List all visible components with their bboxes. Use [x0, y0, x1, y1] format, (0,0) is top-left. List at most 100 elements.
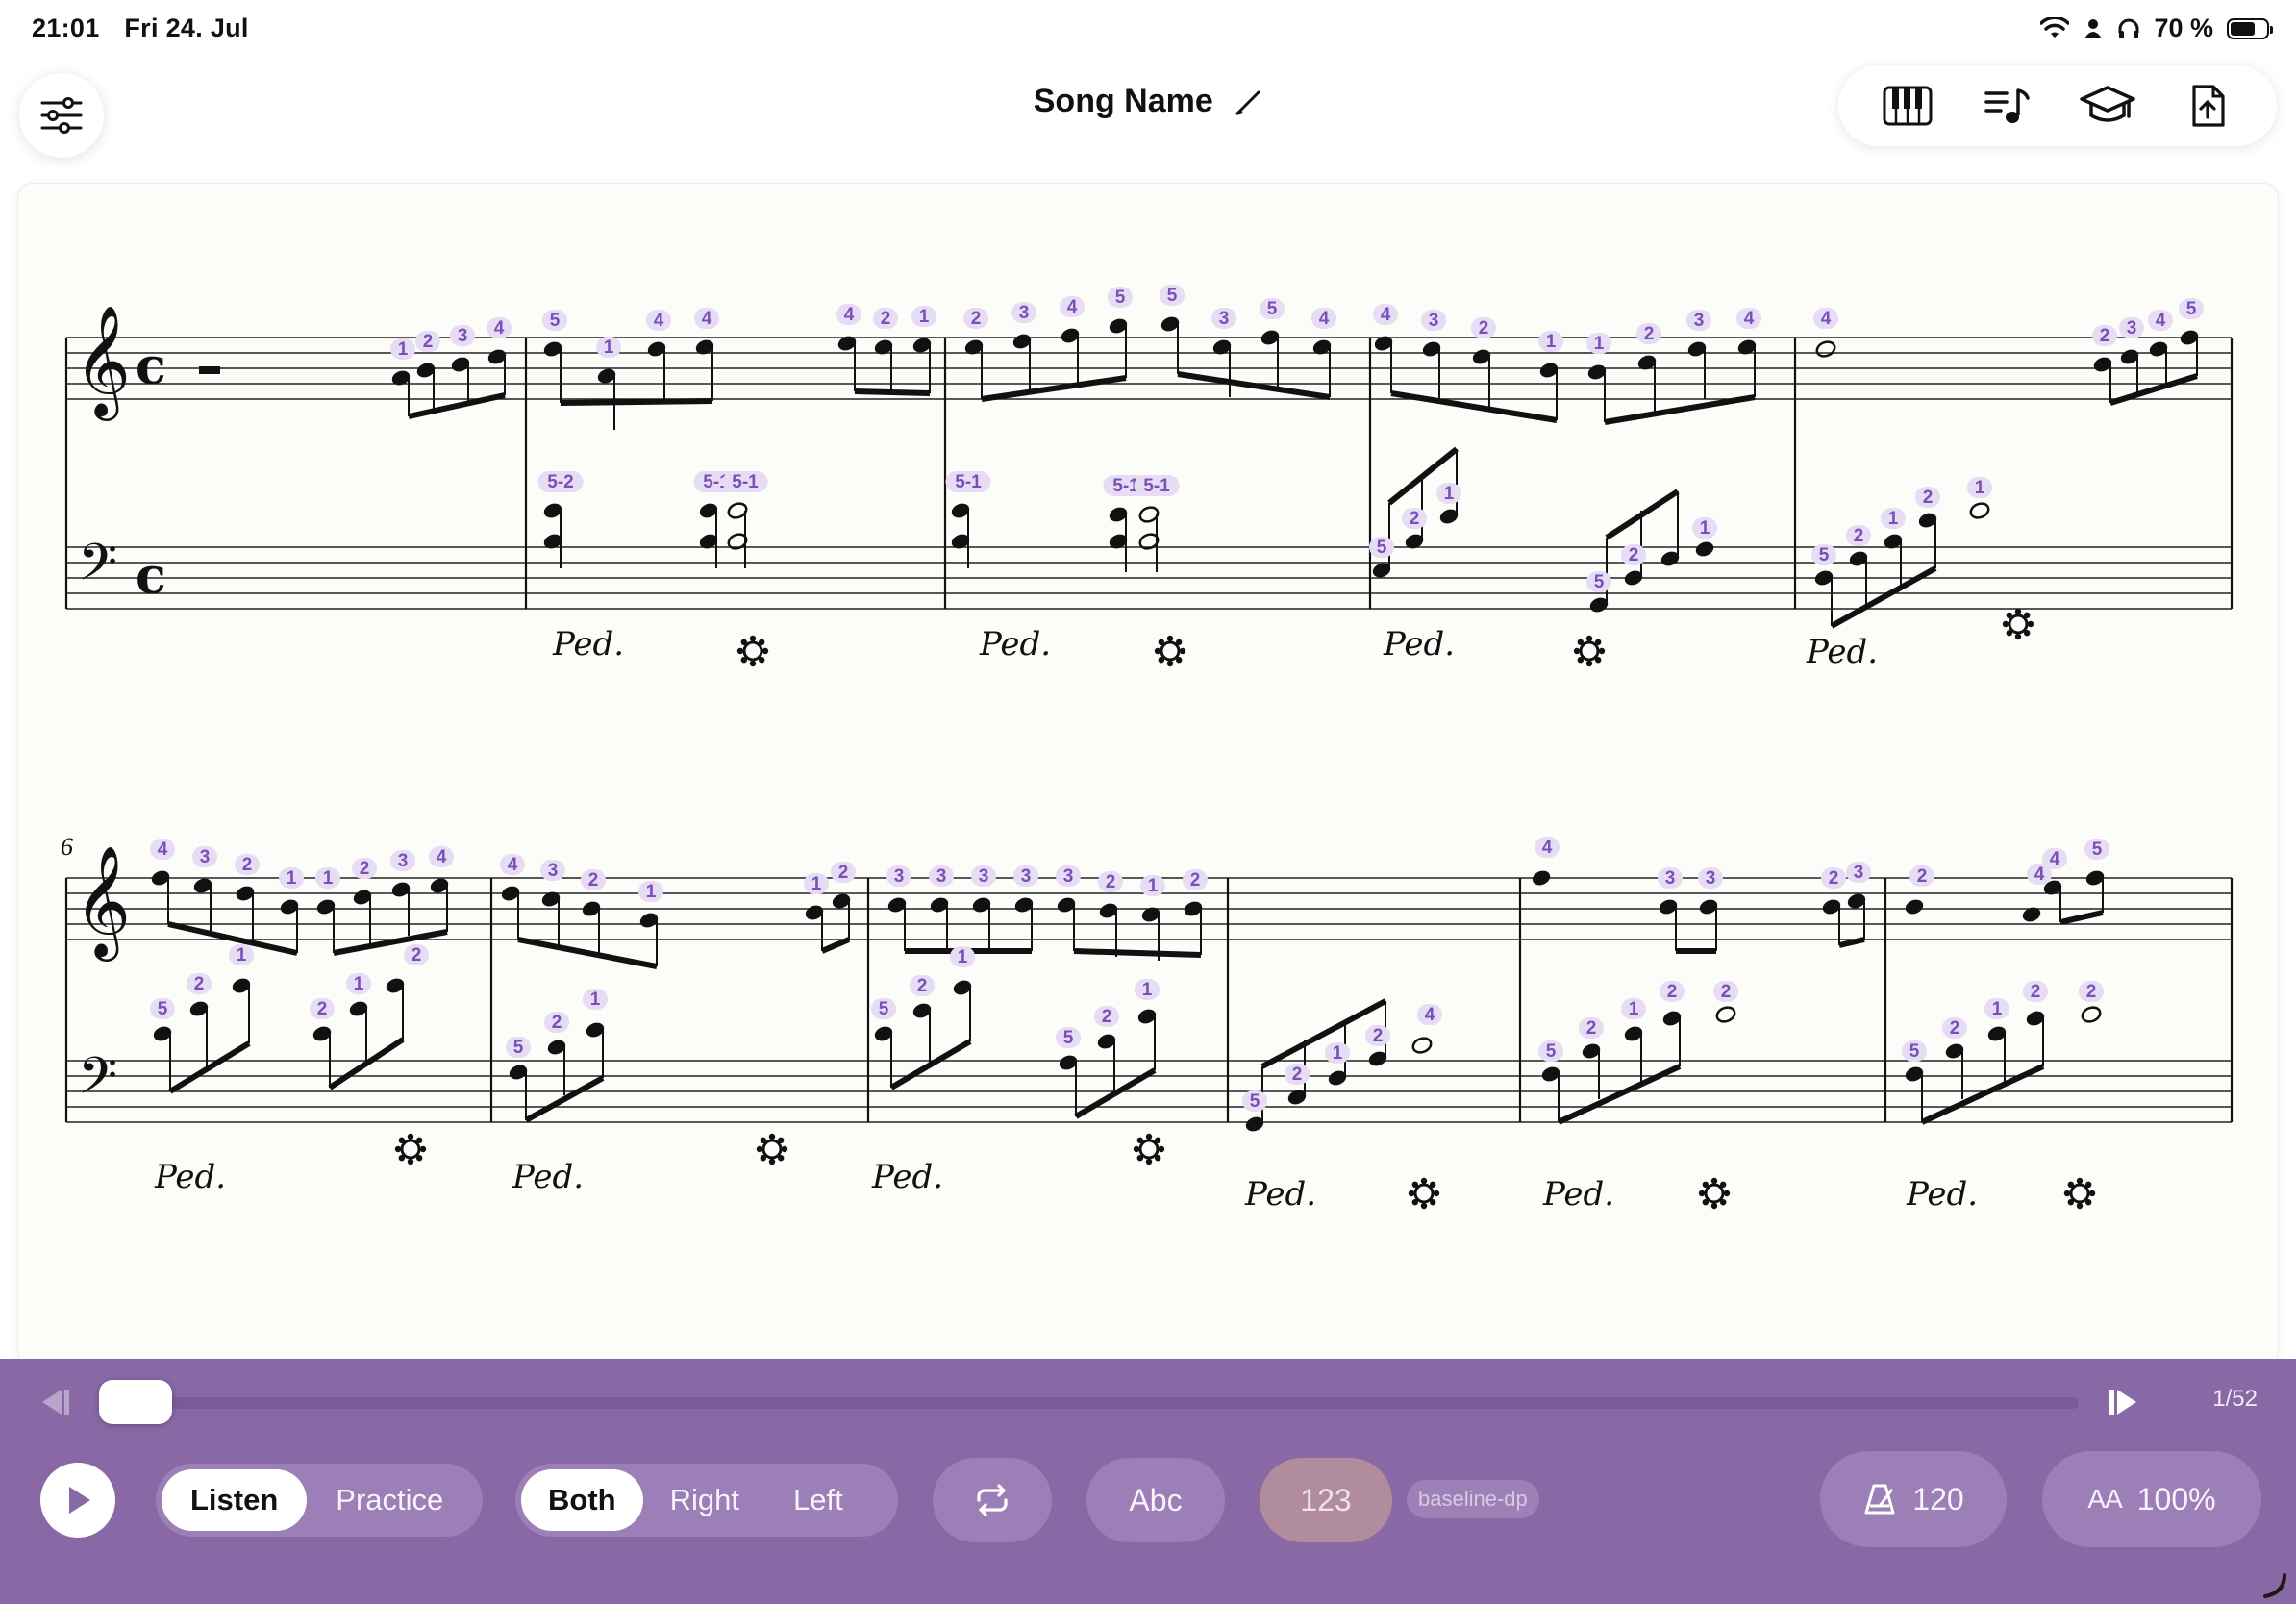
svg-text:Ped.: Ped. [154, 1158, 226, 1196]
mode-listen[interactable]: Listen [162, 1469, 308, 1531]
person-icon [2084, 18, 2103, 38]
svg-text:2: 2 [412, 945, 422, 965]
export-button[interactable] [2177, 75, 2238, 137]
svg-text:1: 1 [1148, 876, 1159, 896]
svg-text:1: 1 [1888, 509, 1899, 529]
tempo-button[interactable]: 120 [1820, 1451, 2007, 1547]
learn-button[interactable] [2077, 75, 2138, 137]
zoom-button[interactable]: AA 100% [2042, 1451, 2261, 1547]
svg-text:5: 5 [1063, 1028, 1074, 1048]
sheet-music[interactable]: 𝄞 𝄢 c c 𝄞 𝄢 Ped. Ped. Ped. Ped. Ped. Ped. Ped. Ped. P… [17, 183, 2279, 1367]
treble-clef-icon: 𝄞 [74, 844, 131, 962]
notes-list-icon [1984, 88, 2030, 123]
bass-clef-icon: 𝄢 [78, 1047, 117, 1118]
svg-text:5: 5 [1594, 572, 1605, 592]
metronome-icon [1864, 1484, 1895, 1515]
svg-text:3: 3 [1019, 303, 1030, 323]
svg-text:1: 1 [398, 339, 409, 360]
svg-text:1: 1 [811, 874, 822, 894]
svg-text:1: 1 [1992, 999, 2003, 1019]
svg-text:1: 1 [1629, 999, 1639, 1019]
svg-text:2: 2 [881, 309, 891, 329]
svg-text:5-2: 5-2 [547, 472, 573, 492]
svg-text:1: 1 [1594, 334, 1605, 354]
note-names-button[interactable]: Abc [1086, 1458, 1225, 1542]
svg-text:Ped.: Ped. [552, 625, 624, 664]
svg-text:4: 4 [1425, 1005, 1435, 1025]
measure-number: 6 [61, 833, 73, 861]
svg-text:2: 2 [360, 859, 370, 879]
piano-button[interactable] [1877, 75, 1938, 137]
graduation-cap-icon [2080, 86, 2135, 122]
mode-practice[interactable]: Practice [307, 1469, 472, 1531]
svg-text:Ped.: Ped. [1806, 633, 1878, 671]
skip-forward-icon[interactable] [2108, 1386, 2146, 1418]
svg-text:2: 2 [1292, 1065, 1303, 1085]
piano-keyboard-icon [1883, 86, 1933, 126]
svg-text:2: 2 [2100, 326, 2110, 346]
svg-text:4: 4 [2034, 865, 2045, 885]
svg-text:1: 1 [1142, 980, 1153, 1000]
hand-left[interactable]: Left [766, 1469, 870, 1531]
score-canvas[interactable]: 𝄞𝄢cc𝄞𝄢 Ped. Ped. Ped. Ped.Ped. Ped. Ped. Ped. P… [18, 184, 2278, 1366]
svg-text:2: 2 [1829, 868, 1839, 889]
tempo-value: 120 [1912, 1481, 1964, 1516]
svg-text:3: 3 [1021, 866, 1032, 887]
svg-text:Ped.: Ped. [1383, 625, 1455, 664]
svg-text:2: 2 [1917, 866, 1928, 887]
svg-text:Ped.: Ped. [979, 625, 1051, 664]
progress-track[interactable] [108, 1397, 2079, 1409]
svg-text:2: 2 [1923, 488, 1934, 508]
svg-text:2: 2 [1479, 318, 1489, 338]
status-bar: 21:01 Fri 24. Jul 70 % [0, 0, 2296, 58]
mode-toggle: Listen Practice [156, 1464, 483, 1537]
svg-text:5-1: 5-1 [955, 472, 982, 492]
play-icon [69, 1487, 90, 1514]
progress-handle[interactable] [99, 1380, 172, 1424]
hand-both[interactable]: Both [521, 1469, 643, 1531]
svg-text:2: 2 [317, 999, 328, 1019]
svg-text:3: 3 [1665, 868, 1676, 889]
skip-back-icon[interactable] [33, 1386, 71, 1418]
svg-text:4: 4 [2156, 311, 2166, 331]
svg-text:1: 1 [1333, 1043, 1343, 1064]
play-button[interactable] [40, 1463, 115, 1538]
notes-list-button[interactable] [1977, 75, 2038, 137]
svg-text:2: 2 [1190, 870, 1201, 890]
svg-text:4: 4 [2050, 849, 2060, 869]
svg-text:2: 2 [1721, 982, 1732, 1002]
svg-text:1: 1 [919, 307, 930, 327]
loop-button[interactable] [933, 1458, 1052, 1542]
svg-text:1: 1 [323, 868, 334, 889]
svg-text:5: 5 [1546, 1041, 1557, 1062]
svg-text:2: 2 [1950, 1018, 1960, 1039]
svg-text:3: 3 [398, 851, 409, 871]
variant-tag: baseline-dp [1407, 1480, 1539, 1518]
svg-text:2: 2 [1410, 509, 1420, 529]
svg-text:Ped.: Ped. [871, 1158, 943, 1196]
svg-text:5-1: 5-1 [732, 472, 759, 492]
svg-text:4: 4 [158, 840, 168, 860]
svg-text:5: 5 [879, 999, 889, 1019]
status-time: 21:01 [32, 13, 100, 42]
svg-text:2: 2 [552, 1013, 562, 1033]
svg-text:2: 2 [588, 870, 599, 890]
svg-text:2: 2 [242, 855, 253, 875]
svg-text:4: 4 [1319, 309, 1330, 329]
svg-text:1: 1 [590, 990, 601, 1010]
svg-text:2: 2 [1586, 1018, 1597, 1039]
svg-text:3: 3 [548, 861, 559, 881]
svg-text:3: 3 [1219, 309, 1230, 329]
svg-text:5: 5 [1909, 1041, 1920, 1062]
pencil-icon[interactable] [1234, 88, 1262, 117]
resize-corner-icon [2263, 1573, 2286, 1598]
svg-text:2: 2 [971, 309, 982, 329]
svg-text:1: 1 [354, 974, 364, 994]
hand-right[interactable]: Right [643, 1469, 766, 1531]
svg-text:5: 5 [1167, 286, 1178, 306]
svg-text:4: 4 [494, 318, 505, 338]
svg-text:2: 2 [1106, 872, 1116, 892]
svg-text:3: 3 [1706, 868, 1716, 889]
fingering-button[interactable]: 123 [1260, 1458, 1392, 1542]
svg-text:2: 2 [194, 974, 205, 994]
